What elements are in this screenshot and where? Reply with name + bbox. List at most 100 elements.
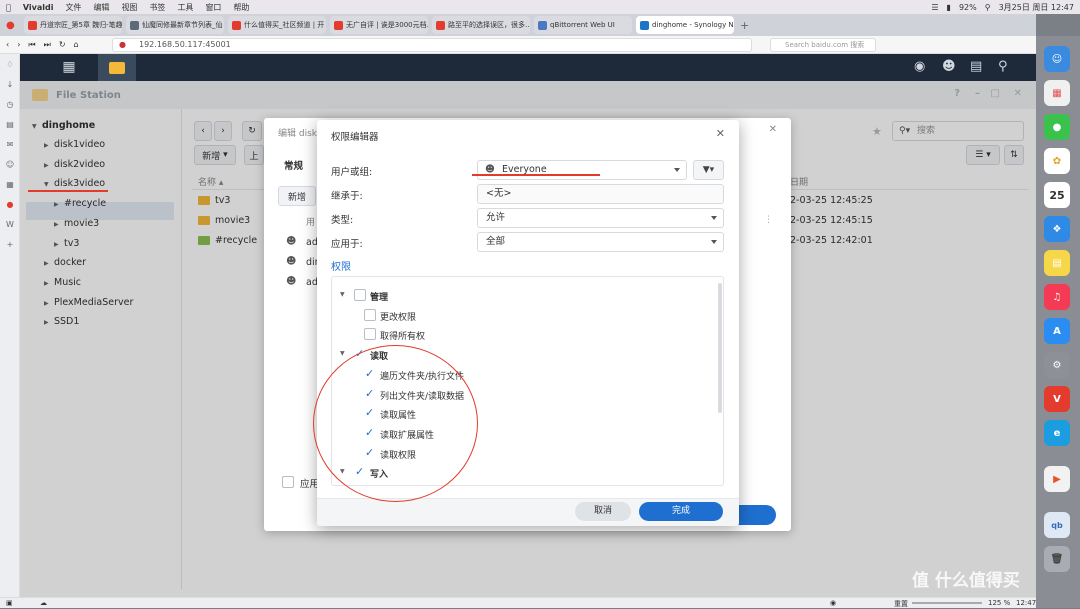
url-field[interactable]: ● 192.168.50.117:45001 bbox=[112, 38, 752, 52]
infuse-icon[interactable]: ▶ bbox=[1044, 466, 1070, 492]
scrollbar[interactable] bbox=[718, 283, 722, 413]
vivaldi-menu-icon[interactable]: ● bbox=[6, 20, 20, 31]
panel-toggle-icon[interactable]: ▣ bbox=[6, 599, 13, 607]
fastforward-icon[interactable]: ⏭ bbox=[44, 40, 51, 50]
apply-checkbox[interactable] bbox=[282, 476, 294, 488]
menu-file[interactable]: 文件 bbox=[65, 2, 81, 13]
permission-label: 更改权限 bbox=[380, 312, 417, 323]
perm-dialog-title: 权限编辑器 bbox=[331, 132, 379, 143]
messages-icon[interactable]: ● bbox=[1044, 114, 1070, 140]
downloads-icon[interactable]: ↓ bbox=[0, 74, 20, 94]
menu-window[interactable]: 窗口 bbox=[205, 2, 221, 13]
search-icon[interactable]: ⚲ bbox=[998, 59, 1008, 74]
edit-dialog-close-icon[interactable]: ✕ bbox=[769, 124, 777, 135]
cloud-sync-icon[interactable]: ☁ bbox=[40, 599, 47, 607]
browser-tab[interactable]: 丹道宗匠_第5章 魏归-笔趣 bbox=[24, 16, 122, 34]
rewind-icon[interactable]: ⏮ bbox=[28, 40, 35, 50]
forward-icon[interactable]: › bbox=[17, 40, 20, 49]
calendar-icon[interactable]: ▦ bbox=[0, 174, 20, 194]
menu-bookmarks[interactable]: 书签 bbox=[149, 2, 165, 13]
mail-icon[interactable]: ✉ bbox=[0, 134, 20, 154]
group-icon: ☻ bbox=[286, 276, 297, 287]
apple-icon[interactable]:  bbox=[6, 3, 11, 12]
qbittorrent-icon[interactable]: qb bbox=[1044, 512, 1070, 538]
wikipedia-icon[interactable]: W bbox=[0, 214, 20, 234]
tab-label: 无广自评 | 诶是3000元档… bbox=[346, 21, 428, 29]
bookmarks-icon[interactable]: ♢ bbox=[0, 54, 20, 74]
file-station-taskbar-button[interactable] bbox=[98, 54, 136, 81]
macos-dock: ☺ ▦ ● ✿ 25 ❖ ▤ ♫ A ⚙ V e ▶ qb 🗑 bbox=[1036, 36, 1080, 608]
browser-tab[interactable]: qBittorrent Web UI bbox=[534, 16, 632, 34]
vivaldi-icon[interactable]: V bbox=[1044, 386, 1070, 412]
browser-tab[interactable]: 什么值得买_社区频道 | 开 bbox=[228, 16, 326, 34]
edit-dialog-title: 编辑 disk bbox=[278, 129, 317, 139]
expand-arrow-icon[interactable]: ▼ bbox=[340, 350, 345, 357]
trash-icon[interactable]: 🗑 bbox=[1044, 546, 1070, 572]
type-select[interactable]: 允许 bbox=[477, 208, 724, 228]
user-or-group-select[interactable]: ☻ Everyone bbox=[477, 160, 687, 180]
photos-icon[interactable]: ✿ bbox=[1044, 148, 1070, 174]
clock[interactable]: 3月25日 周日 12:47 bbox=[999, 2, 1074, 13]
folder-icon bbox=[109, 61, 125, 74]
edit-new-button[interactable]: 新增 bbox=[278, 186, 316, 206]
music-icon[interactable]: ♫ bbox=[1044, 284, 1070, 310]
notes-icon[interactable]: ▤ bbox=[1044, 250, 1070, 276]
zoom-slider[interactable] bbox=[912, 602, 982, 604]
annotation-underline-everyone bbox=[472, 174, 600, 176]
spotlight-icon[interactable]: ⚲ bbox=[985, 3, 991, 12]
inherit-field: <无> bbox=[477, 184, 724, 204]
permission-checkbox[interactable] bbox=[354, 289, 366, 301]
home-icon[interactable]: ⌂ bbox=[74, 40, 79, 49]
calendar-icon[interactable]: 25 bbox=[1044, 182, 1070, 208]
menu-edit[interactable]: 编辑 bbox=[93, 2, 109, 13]
app-store-icon[interactable]: A bbox=[1044, 318, 1070, 344]
tab-label: qBittorrent Web UI bbox=[550, 21, 615, 29]
menu-tools[interactable]: 工具 bbox=[177, 2, 193, 13]
apply-to-select[interactable]: 全部 bbox=[477, 232, 724, 252]
browser-tab[interactable]: 无广自评 | 诶是3000元档… bbox=[330, 16, 428, 34]
user-icon[interactable]: ☻ bbox=[942, 59, 956, 74]
expand-arrow-icon[interactable]: ▼ bbox=[340, 291, 345, 298]
wifi-icon[interactable]: ☰ bbox=[931, 3, 938, 12]
widgets-icon[interactable]: ▤ bbox=[970, 59, 982, 74]
notes-icon[interactable]: ▤ bbox=[0, 114, 20, 134]
contacts-icon[interactable]: ☺ bbox=[0, 154, 20, 174]
menu-help[interactable]: 帮助 bbox=[233, 2, 249, 13]
edge-icon[interactable]: e bbox=[1044, 420, 1070, 446]
filter-button[interactable]: ▼▾ bbox=[693, 160, 724, 180]
watermark: 值 什么值得买 bbox=[912, 571, 1020, 591]
history-icon[interactable]: ◷ bbox=[0, 94, 20, 114]
launchpad-icon[interactable]: ▦ bbox=[1044, 80, 1070, 106]
permissions-heading: 权限 bbox=[331, 262, 351, 273]
search-engine-field[interactable]: Search baidu.com 搜索 bbox=[770, 38, 876, 52]
inherit-label: 继承于: bbox=[331, 191, 363, 202]
permission-checkbox[interactable] bbox=[364, 328, 376, 341]
browser-tab[interactable]: dinghome - Synology NAS bbox=[636, 16, 734, 34]
notification-icon[interactable]: ◉ bbox=[914, 59, 925, 74]
user-column: 用 bbox=[306, 218, 316, 228]
tab-favicon-icon bbox=[640, 20, 649, 30]
app-name[interactable]: Vivaldi bbox=[23, 3, 54, 12]
battery-icon[interactable]: ▮ bbox=[947, 3, 951, 12]
finder-icon[interactable]: ☺ bbox=[1044, 46, 1070, 72]
system-preferences-icon[interactable]: ⚙ bbox=[1044, 352, 1070, 378]
perm-dialog-close-icon[interactable]: ✕ bbox=[716, 127, 725, 140]
permission-checkbox[interactable] bbox=[364, 308, 376, 321]
cancel-button[interactable]: 取消 bbox=[575, 502, 631, 521]
browser-tab[interactable]: 路至平的选择误区，很多… bbox=[432, 16, 530, 34]
back-icon[interactable]: ‹ bbox=[6, 40, 9, 49]
done-button[interactable]: 完成 bbox=[639, 502, 723, 521]
battery-percent: 92% bbox=[958, 2, 977, 12]
safari-icon[interactable]: ❖ bbox=[1044, 216, 1070, 242]
menu-view[interactable]: 视图 bbox=[121, 2, 137, 13]
new-tab-button[interactable]: + bbox=[740, 19, 749, 32]
vivaldi-icon[interactable]: ● bbox=[0, 194, 20, 214]
camera-icon[interactable]: ◉ bbox=[830, 599, 836, 607]
main-menu-icon[interactable]: ▦ bbox=[60, 58, 78, 76]
type-label: 类型: bbox=[331, 215, 354, 226]
add-panel-icon[interactable]: + bbox=[0, 234, 20, 254]
tab-general[interactable]: 常规 bbox=[284, 158, 303, 172]
browser-tab[interactable]: 仙魔同修最新章节列表_仙 bbox=[126, 16, 224, 34]
more-icon[interactable]: ⋮ bbox=[764, 215, 773, 225]
reload-icon[interactable]: ↻ bbox=[59, 40, 66, 49]
